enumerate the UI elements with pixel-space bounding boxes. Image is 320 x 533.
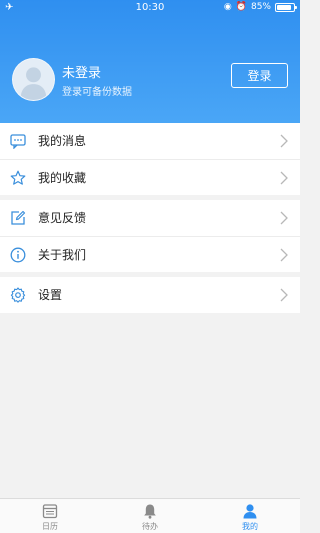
menu-item-label: 设置 [38, 288, 63, 302]
chevron-right-icon [280, 211, 288, 225]
status-right: ◉ ⏰ 85% [223, 2, 297, 12]
menu-item-about-us[interactable]: 关于我们 [0, 236, 300, 272]
user-subtitle: 登录可备份数据 [62, 87, 132, 98]
status-bar: ✈ 10:30 ◉ ⏰ 85% [0, 0, 300, 16]
bottom-tab-bar: 日历 待办 我的 [0, 498, 300, 533]
tab-calendar[interactable]: 日历 [0, 499, 100, 533]
tab-label: 我的 [242, 522, 258, 531]
login-button[interactable]: 登录 [231, 63, 288, 88]
tab-label: 日历 [42, 522, 58, 531]
menu-group-2: 意见反馈 关于我们 [0, 200, 300, 272]
star-icon [10, 170, 26, 186]
menu-item-label: 关于我们 [38, 248, 87, 262]
battery-icon [275, 2, 297, 12]
tab-mine[interactable]: 我的 [200, 499, 300, 533]
chevron-right-icon [280, 248, 288, 262]
edit-icon [10, 210, 26, 226]
menu-item-label: 意见反馈 [38, 211, 87, 225]
bell-icon [142, 503, 158, 519]
gear-icon [10, 287, 26, 303]
menu-item-my-messages[interactable]: 我的消息 [0, 123, 300, 159]
avatar[interactable] [12, 58, 55, 101]
chevron-right-icon [280, 171, 288, 185]
profile-header: ✈ 10:30 ◉ ⏰ 85% 未登录 登录可备份数据 登录 [0, 0, 300, 123]
chevron-right-icon [280, 288, 288, 302]
tab-todo[interactable]: 待办 [100, 499, 200, 533]
calendar-icon [42, 503, 58, 519]
battery-text: 85% [250, 2, 271, 12]
menu-item-label: 我的收藏 [38, 171, 87, 185]
person-icon [242, 503, 258, 519]
location-icon: ◉ [223, 2, 232, 12]
menu-item-feedback[interactable]: 意见反馈 [0, 200, 300, 236]
chevron-right-icon [280, 134, 288, 148]
user-name[interactable]: 未登录 [62, 62, 101, 81]
menu-item-settings[interactable]: 设置 [0, 277, 300, 313]
tab-label: 待办 [142, 522, 158, 531]
menu-group-3: 设置 [0, 277, 300, 313]
menu-item-my-favorites[interactable]: 我的收藏 [0, 159, 300, 195]
alarm-icon: ⏰ [235, 2, 247, 12]
info-icon [10, 247, 26, 263]
message-icon [10, 133, 26, 149]
menu-item-label: 我的消息 [38, 134, 87, 148]
menu-group-1: 我的消息 我的收藏 [0, 123, 300, 195]
